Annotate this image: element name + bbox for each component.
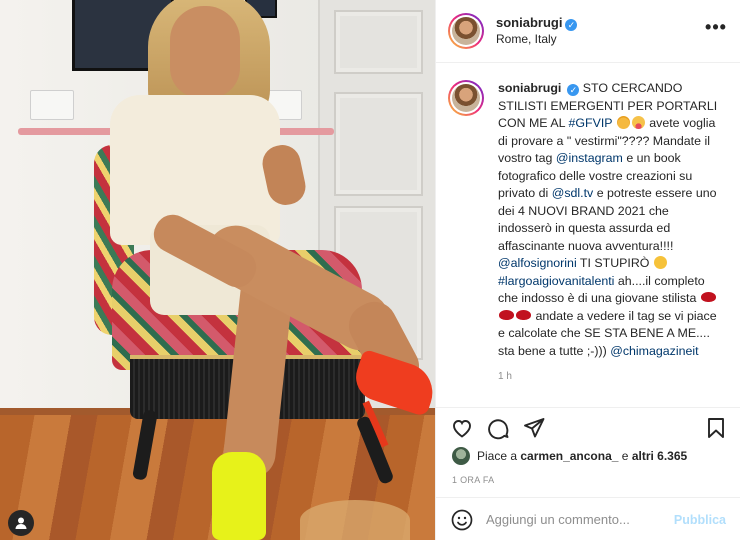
instagram-post: soniabrugi ✓ Rome, Italy ••• soniabrugi ✓ …	[0, 0, 740, 540]
comments-area: soniabrugi ✓ STO CERCANDO STILISTI EMERGE…	[436, 62, 740, 407]
photo-yellow-shoe	[212, 452, 266, 540]
heart-icon[interactable]	[450, 416, 474, 440]
avatar[interactable]	[448, 13, 484, 49]
lips-emoji-icon	[516, 309, 531, 320]
bookmark-icon[interactable]	[704, 416, 728, 440]
more-options-icon[interactable]: •••	[704, 18, 728, 40]
likes-middle: e	[621, 449, 629, 463]
hashtag-gfvip[interactable]: #GFVIP	[568, 116, 612, 130]
likes-user[interactable]: carmen_ancona_	[520, 449, 618, 463]
likes-others[interactable]: altri 6.365	[632, 449, 687, 463]
avatar[interactable]	[448, 80, 484, 116]
header-username[interactable]: soniabrugi	[496, 15, 562, 30]
comment-icon[interactable]	[486, 416, 510, 440]
post-date[interactable]: 1 ORA FA	[452, 475, 494, 485]
caption: soniabrugi ✓ STO CERCANDO STILISTI EMERGE…	[448, 80, 734, 386]
caption-text: soniabrugi ✓ STO CERCANDO STILISTI EMERGE…	[498, 80, 724, 386]
user-tag-icon[interactable]	[8, 510, 34, 536]
hashtag-largoaigiovanitalenti[interactable]: #largoaigiovanitalenti	[498, 274, 614, 288]
photo-toy	[300, 500, 410, 540]
mention-chimagazineit[interactable]: @chimagazineit	[610, 344, 698, 358]
caption-time[interactable]: 1 h	[498, 368, 724, 386]
comment-input[interactable]	[484, 511, 666, 528]
photo-person-face	[170, 6, 240, 98]
post-location[interactable]: Rome, Italy	[496, 31, 577, 48]
likes-summary: Piace a carmen_ancona_ e altri 6.365	[452, 447, 732, 465]
smile-emoji-icon	[653, 256, 667, 269]
comment-composer: Pubblica	[436, 497, 740, 541]
post-sidebar: soniabrugi ✓ Rome, Italy ••• soniabrugi ✓ …	[435, 0, 740, 540]
post-photo[interactable]	[0, 0, 435, 540]
likes-prefix: Piace a	[477, 449, 518, 463]
verified-badge-icon: ✓	[567, 84, 580, 96]
lips-emoji-icon	[499, 309, 514, 320]
paper-plane-icon[interactable]	[522, 416, 546, 440]
mention-sdl[interactable]: @sdl.tv	[552, 186, 594, 200]
tongue-emoji-icon	[631, 116, 645, 129]
caption-username[interactable]: soniabrugi	[498, 81, 561, 95]
verified-badge-icon: ✓	[565, 19, 578, 31]
lips-emoji-icon	[700, 292, 716, 302]
photo-person-shirt	[110, 95, 280, 245]
smile-icon[interactable]	[450, 508, 474, 532]
avatar[interactable]	[452, 447, 470, 465]
mention-instagram[interactable]: @instagram	[556, 151, 623, 165]
photo-light-switch	[30, 90, 74, 120]
action-bar	[436, 407, 740, 448]
heart-eyes-emoji-icon	[616, 116, 630, 129]
caption-segment: TI STUPIRÒ	[579, 256, 650, 270]
post-header: soniabrugi ✓ Rome, Italy •••	[436, 0, 740, 63]
mention-alfosignorini[interactable]: @alfosignorini	[498, 256, 577, 270]
publish-button[interactable]: Pubblica	[674, 513, 726, 527]
